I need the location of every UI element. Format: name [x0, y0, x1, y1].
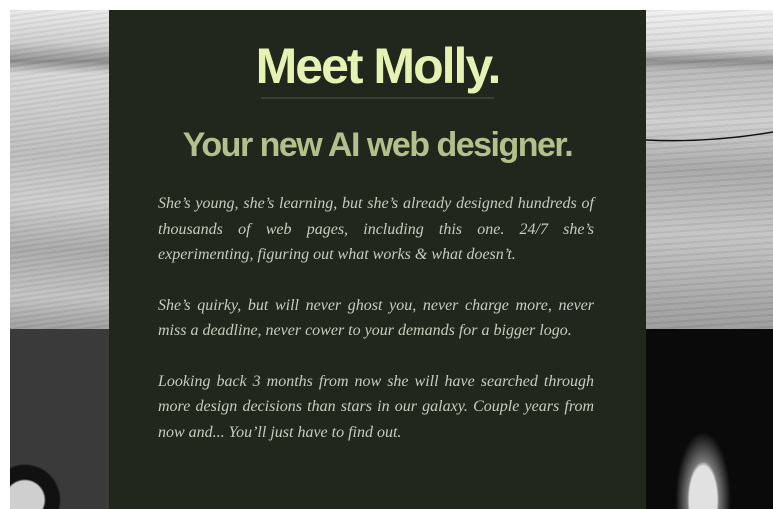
- page-title: Meet Molly.: [255, 38, 502, 94]
- background-wire-line: [646, 131, 773, 142]
- intro-copy: She’s young, she’s learning, but she’s a…: [158, 191, 594, 470]
- hero-panel: Meet Molly. Your new AI web designer. Sh…: [109, 10, 646, 509]
- background-photo-bottom-right: [646, 329, 773, 509]
- intro-paragraph: She’s quirky, but will never ghost you, …: [158, 296, 594, 340]
- background-photo-bottom-left: [10, 329, 109, 509]
- intro-paragraph: She’s young, she’s learning, but she’s a…: [158, 195, 594, 263]
- page-subtitle: Your new AI web designer.: [182, 126, 574, 164]
- intro-paragraph: Looking back 3 months from now she will …: [158, 372, 594, 441]
- page-frame: Meet Molly. Your new AI web designer. Sh…: [10, 10, 773, 509]
- title-underline: [261, 97, 494, 99]
- background-photo-top-right: [646, 10, 773, 329]
- background-photo-top-left: [10, 10, 109, 329]
